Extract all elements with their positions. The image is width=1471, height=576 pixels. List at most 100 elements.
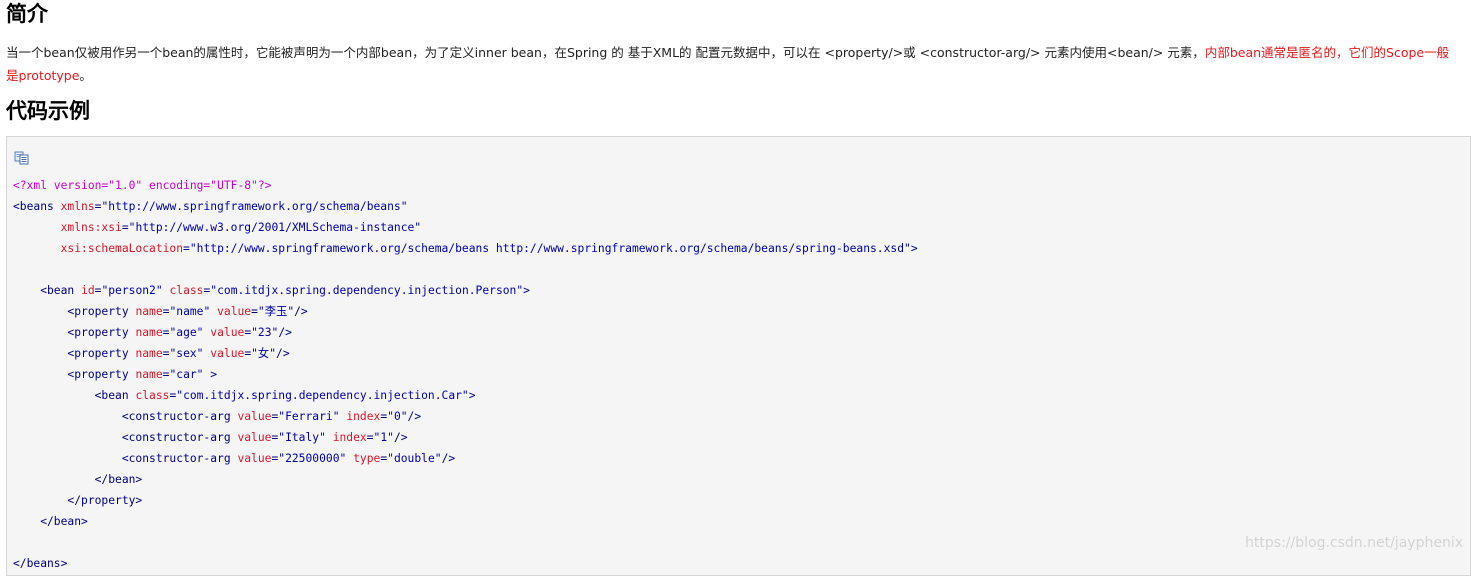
code-token: value bbox=[210, 347, 245, 360]
code-token: <property bbox=[13, 326, 136, 339]
intro-paragraph: 当一个bean仅被用作另一个bean的属性时，它能被声明为一个内部bean，为了… bbox=[6, 41, 1461, 87]
code-block: <?xml version="1.0" encoding="UTF-8"?> <b… bbox=[6, 136, 1471, 576]
code-token: "女" bbox=[251, 347, 277, 360]
code-token: "1" bbox=[373, 431, 394, 444]
code-token: "22500000" bbox=[278, 452, 347, 465]
code-token: = bbox=[251, 305, 258, 318]
code-token: <property bbox=[13, 347, 136, 360]
code-token: value bbox=[237, 410, 272, 423]
code-line: <bean id="person2" class="com.itdjx.spri… bbox=[13, 280, 918, 301]
code-token: xmlns bbox=[60, 200, 95, 213]
code-token: = bbox=[121, 221, 129, 234]
code-token: = bbox=[366, 431, 374, 444]
code-token: <?xml version="1.0" encoding="UTF-8"?> bbox=[13, 179, 272, 192]
code-line: <property name="age" value="23"/> bbox=[13, 322, 918, 343]
code-line: <property name="sex" value="女"/> bbox=[13, 343, 918, 364]
intro-text-end: 。 bbox=[79, 68, 92, 83]
code-line: </property> bbox=[13, 490, 918, 511]
section-heading-intro: 简介 bbox=[6, 2, 48, 26]
code-token: "23" bbox=[251, 326, 279, 339]
code-token: > bbox=[523, 284, 530, 297]
code-token: "double" bbox=[387, 452, 442, 465]
code-line: <constructor-arg value="Italy" index="1"… bbox=[13, 427, 918, 448]
code-token: "age" bbox=[169, 326, 204, 339]
code-token: /> bbox=[393, 431, 408, 444]
code-token: "http://www.springframework.org/schema/b… bbox=[101, 200, 408, 213]
code-token: "sex" bbox=[169, 347, 204, 360]
code-token: "Italy" bbox=[278, 431, 326, 444]
code-line: <property name="car" > bbox=[13, 364, 918, 385]
code-token: value bbox=[237, 452, 272, 465]
code-token: value bbox=[237, 431, 272, 444]
code-token: = bbox=[183, 242, 190, 255]
code-token: xsi:schemaLocation bbox=[60, 242, 184, 255]
code-token: "com.itdjx.spring.dependency.injection.P… bbox=[210, 284, 524, 297]
code-token: > bbox=[910, 242, 918, 255]
code-token: <bean bbox=[13, 389, 136, 402]
code-token: "person2" bbox=[101, 284, 163, 297]
code-token: <bean bbox=[13, 284, 82, 297]
code-token: value bbox=[217, 305, 252, 318]
code-token: "李玉" bbox=[257, 305, 295, 318]
code-token: /> bbox=[294, 305, 308, 318]
code-token: name bbox=[135, 347, 163, 360]
code-token: /> bbox=[276, 347, 290, 360]
code-line: <beans xmlns="http://www.springframework… bbox=[13, 196, 918, 217]
code-token: "0" bbox=[387, 410, 408, 423]
code-token: name bbox=[135, 326, 163, 339]
code-line: <constructor-arg value="Ferrari" index="… bbox=[13, 406, 918, 427]
code-line: <?xml version="1.0" encoding="UTF-8"?> bbox=[13, 175, 918, 196]
code-token: </bean> bbox=[13, 473, 143, 486]
code-token: type bbox=[353, 452, 381, 465]
code-token: <constructor-arg bbox=[13, 431, 238, 444]
code-token: xmlns:xsi bbox=[60, 221, 122, 234]
code-token: <beans bbox=[13, 200, 61, 213]
code-token: > bbox=[468, 389, 476, 402]
code-token: class bbox=[135, 389, 170, 402]
code-token: "http://www.springframework.org/schema/b… bbox=[189, 242, 911, 255]
code-line: xsi:schemaLocation="http://www.springfra… bbox=[13, 238, 918, 259]
code-token: "com.itdjx.spring.dependency.injection.C… bbox=[176, 389, 469, 402]
code-line: <constructor-arg value="22500000" type="… bbox=[13, 448, 918, 469]
code-token: id bbox=[81, 284, 95, 297]
code-token: > bbox=[203, 368, 218, 381]
code-line bbox=[13, 259, 918, 280]
code-token: index bbox=[332, 431, 367, 444]
code-token: </property> bbox=[13, 494, 143, 507]
code-token: class bbox=[169, 284, 204, 297]
code-line: <bean class="com.itdjx.spring.dependency… bbox=[13, 385, 918, 406]
code-token: name bbox=[135, 305, 163, 318]
code-token: <property bbox=[13, 368, 136, 381]
code-line: </bean> bbox=[13, 469, 918, 490]
code-token: /> bbox=[407, 410, 422, 423]
code-token: "car" bbox=[169, 368, 204, 381]
code-token: /> bbox=[278, 326, 292, 339]
code-line bbox=[13, 532, 918, 553]
code-token: "name" bbox=[169, 305, 211, 318]
code-token: name bbox=[135, 368, 163, 381]
xml-code: <?xml version="1.0" encoding="UTF-8"?> <b… bbox=[13, 175, 918, 574]
code-line: xmlns:xsi="http://www.w3.org/2001/XMLSch… bbox=[13, 217, 918, 238]
code-token: value bbox=[210, 326, 245, 339]
code-token: "http://www.w3.org/2001/XMLSchema-instan… bbox=[128, 221, 422, 234]
code-token: <constructor-arg bbox=[13, 452, 238, 465]
intro-text: 当一个bean仅被用作另一个bean的属性时，它能被声明为一个内部bean，为了… bbox=[6, 45, 1205, 60]
code-token: </beans> bbox=[13, 557, 68, 570]
watermark: https://blog.csdn.net/jayphenix bbox=[1245, 535, 1463, 551]
section-heading-code-example: 代码示例 bbox=[6, 99, 90, 123]
code-token: index bbox=[346, 410, 381, 423]
code-token: /> bbox=[441, 452, 456, 465]
code-line: </beans> bbox=[13, 553, 918, 574]
code-line: <property name="name" value="李玉"/> bbox=[13, 301, 918, 322]
code-token: <property bbox=[13, 305, 136, 318]
code-token: <constructor-arg bbox=[13, 410, 238, 423]
code-token: </bean> bbox=[13, 515, 88, 528]
code-token: "Ferrari" bbox=[278, 410, 340, 423]
copy-icon[interactable] bbox=[14, 150, 30, 165]
code-line: </bean> bbox=[13, 511, 918, 532]
